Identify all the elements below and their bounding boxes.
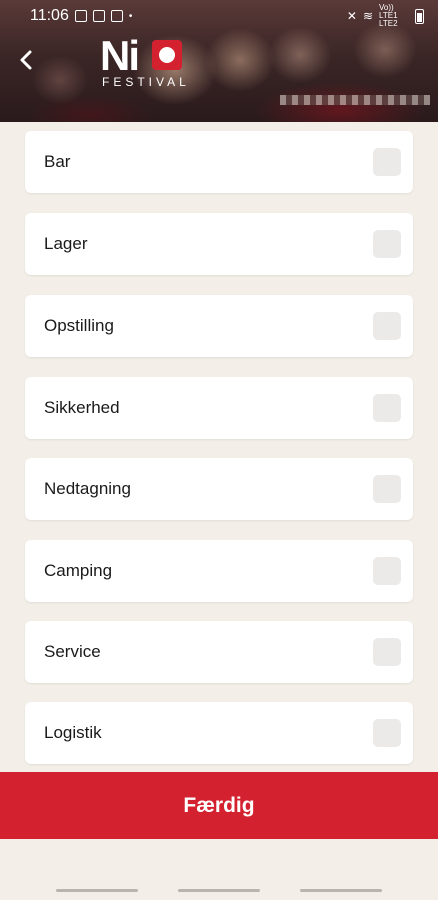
system-nav-bar [0,880,438,900]
list-item-bar[interactable]: Bar [25,131,413,193]
nav-back-handle[interactable] [300,889,382,892]
item-label: Lager [44,234,88,253]
status-time: 11:06 [30,7,69,24]
chevron-left-icon [20,50,32,70]
logo-mark-icon [152,40,182,70]
item-label: Bar [44,152,71,171]
dot-icon: • [128,10,133,22]
list-item-logistik[interactable]: Logistik [25,702,413,764]
media-icon [110,10,123,22]
list-item-camping[interactable]: Camping [25,540,413,602]
checkbox[interactable] [373,230,401,258]
nav-home-handle[interactable] [178,889,260,892]
list-item-nedtagning[interactable]: Nedtagning [25,458,413,520]
wifi-icon: ≋ [362,9,373,23]
done-button[interactable]: Færdig [0,772,438,839]
mute-icon: ✕ [346,9,357,23]
image-icon [92,10,105,22]
checkbox[interactable] [373,557,401,585]
checkbox[interactable] [373,148,401,176]
item-label: Nedtagning [44,479,131,498]
back-button[interactable] [10,44,42,76]
network-label: Vo)) LTE1 LTE2 [379,3,398,28]
item-label: Sikkerhed [44,398,120,417]
checkbox[interactable] [373,394,401,422]
battery-icon [415,8,424,24]
item-label: Service [44,642,101,661]
logo-subtitle: FESTIVAL [102,75,190,89]
header-photo-barrier [280,95,430,105]
item-label: Opstilling [44,316,114,335]
nav-recents-handle[interactable] [56,889,138,892]
list-item-lager[interactable]: Lager [25,213,413,275]
notification-icon [74,10,87,22]
status-right: ✕ ≋ Vo)) LTE1 LTE2 [347,4,424,28]
item-label: Camping [44,561,113,580]
checkbox[interactable] [373,719,401,747]
festival-logo: Ni FESTIVAL [100,30,188,90]
list-item-opstilling[interactable]: Opstilling [25,295,413,357]
status-bar: 11:06 • ✕ ≋ Vo)) LTE1 LTE2 [0,0,438,32]
status-left: 11:06 • [30,7,132,25]
checkbox[interactable] [373,475,401,503]
list-item-service[interactable]: Service [25,621,413,683]
item-label: Logistik [44,723,102,742]
checkbox[interactable] [373,638,401,666]
logo-text: Ni [100,32,140,79]
header-banner: 11:06 • ✕ ≋ Vo)) LTE1 LTE2 Ni FESTIVAL [0,0,438,122]
checkbox[interactable] [373,312,401,340]
list-item-sikkerhed[interactable]: Sikkerhed [25,377,413,439]
